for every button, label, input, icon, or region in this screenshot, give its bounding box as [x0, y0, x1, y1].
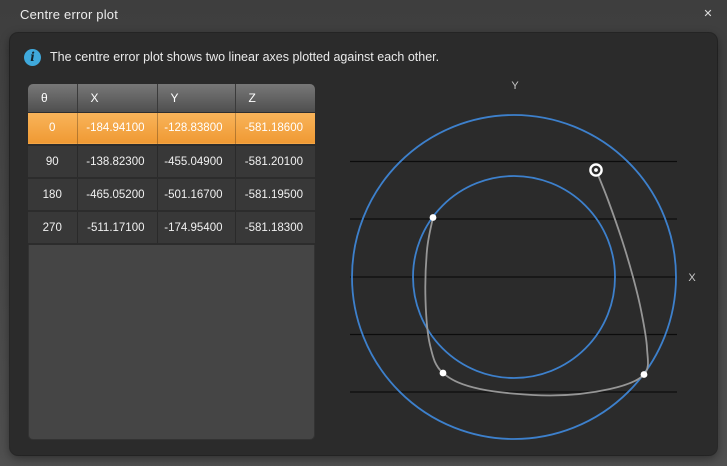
data-point-theta-270[interactable]	[430, 214, 437, 221]
data-point-theta-180[interactable]	[440, 370, 447, 377]
centre-error-plot: YX	[0, 0, 727, 466]
selected-point-dot[interactable]	[594, 168, 598, 172]
y-axis-label: Y	[511, 80, 519, 92]
data-point-theta-90[interactable]	[641, 371, 648, 378]
x-axis-label: X	[688, 272, 696, 284]
